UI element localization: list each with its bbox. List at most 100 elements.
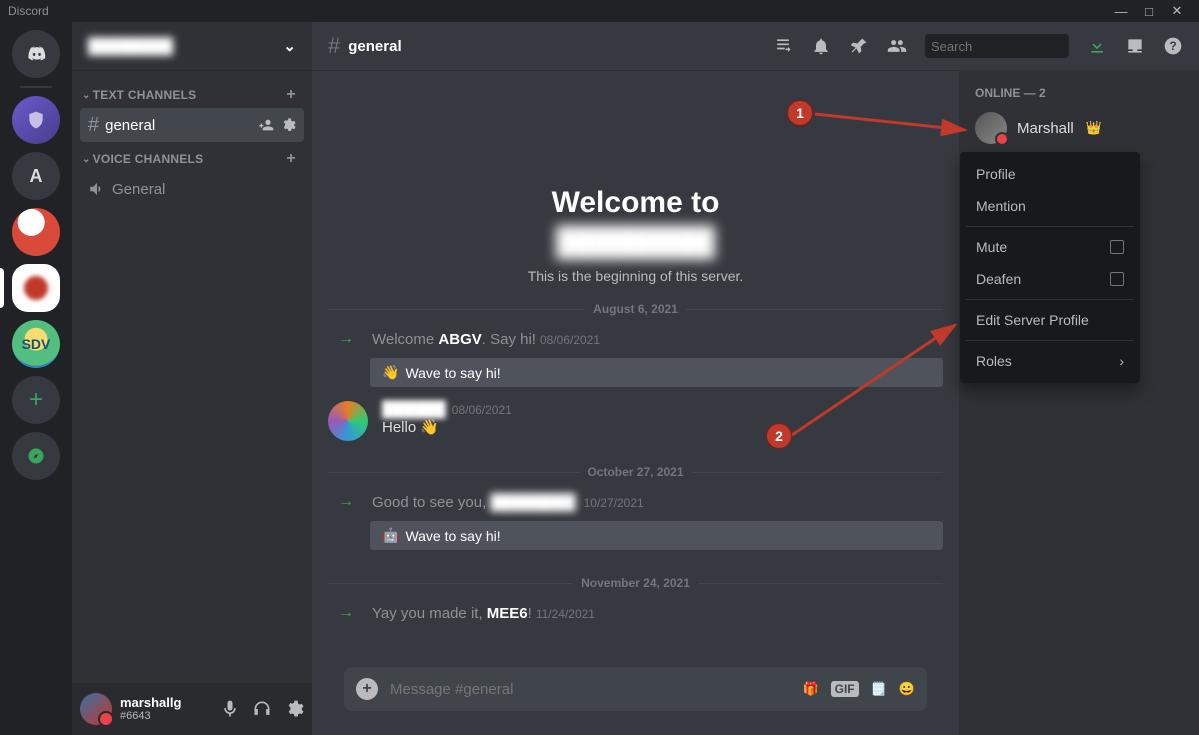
server-item[interactable]: A (12, 152, 60, 200)
ctx-roles[interactable]: Roles› (966, 345, 1134, 377)
window-titlebar: Discord — □ ✕ (0, 0, 1199, 22)
date-divider: November 24, 2021 (328, 576, 943, 590)
add-channel-button[interactable]: + (286, 86, 296, 104)
message-input-container: + 🎁 GIF 🗒️ 😀 (344, 667, 927, 711)
channel-title: general (348, 38, 401, 55)
checkbox-icon (1110, 240, 1124, 254)
chat-area: Welcome to ████████ This is the beginnin… (312, 70, 959, 735)
bell-icon[interactable] (811, 36, 831, 56)
compass-icon (26, 446, 46, 466)
ctx-mention[interactable]: Mention (966, 190, 1134, 222)
member-name: Marshall (1017, 120, 1074, 137)
date-divider: October 27, 2021 (328, 465, 943, 479)
sticker-icon[interactable]: 🗒️ (871, 681, 887, 697)
members-icon[interactable] (887, 36, 907, 56)
window-close-button[interactable]: ✕ (1163, 0, 1191, 22)
chevron-down-icon: ⌄ (82, 90, 91, 101)
home-button[interactable] (12, 30, 60, 78)
annotation-marker-1: 1 (787, 100, 813, 126)
welcome-server-name: ████████ (328, 226, 943, 258)
explore-servers-button[interactable] (12, 432, 60, 480)
user-name: marshallg (120, 696, 181, 710)
system-join-message: → Good to see you, ████████ 10/27/2021 (328, 489, 943, 515)
gif-button[interactable]: GIF (831, 681, 859, 697)
message-avatar[interactable] (328, 401, 368, 441)
app-title: Discord (8, 4, 49, 18)
server-header[interactable]: ████████ ⌄ (72, 22, 312, 70)
system-join-message: → Welcome ABGV. Say hi!08/06/2021 (328, 326, 943, 352)
server-item[interactable] (12, 208, 60, 256)
chevron-down-icon: ⌄ (283, 37, 296, 55)
join-arrow-icon: → (338, 604, 354, 622)
invite-people-icon[interactable] (258, 117, 274, 133)
hash-icon: # (88, 114, 99, 137)
category-label: TEXT CHANNELS (93, 88, 197, 102)
channel-category[interactable]: ⌄ TEXT CHANNELS + (80, 78, 304, 108)
add-server-button[interactable]: + (12, 376, 60, 424)
wave-emoji-icon: 👋 (382, 364, 399, 381)
voice-channel-item[interactable]: General (80, 172, 304, 206)
search-input[interactable] (931, 39, 1107, 54)
search-box[interactable] (925, 34, 1069, 58)
help-icon[interactable]: ? (1163, 36, 1183, 56)
headphones-icon[interactable] (252, 699, 272, 719)
ctx-deafen[interactable]: Deafen (966, 263, 1134, 295)
discord-logo-icon (26, 44, 46, 64)
wave-button[interactable]: 👋Wave to say hi! (370, 358, 943, 387)
channel-category[interactable]: ⌄ VOICE CHANNELS + (80, 142, 304, 172)
category-label: VOICE CHANNELS (93, 152, 204, 166)
channel-item-general[interactable]: # general (80, 108, 304, 142)
inbox-icon[interactable] (1125, 36, 1145, 56)
window-minimize-button[interactable]: — (1107, 0, 1135, 22)
user-panel: marshallg #6643 (72, 683, 312, 735)
ctx-mute[interactable]: Mute (966, 231, 1134, 263)
annotation-marker-2: 2 (766, 423, 792, 449)
crown-icon: 👑 (1086, 120, 1102, 136)
speaker-icon (88, 180, 106, 198)
attach-button[interactable]: + (356, 678, 378, 700)
message-text: Hello 👋 (382, 418, 512, 436)
date-divider: August 6, 2021 (328, 302, 943, 316)
message-input[interactable] (390, 681, 790, 698)
user-context-menu: Profile Mention Mute Deafen Edit Server … (960, 152, 1140, 383)
hash-icon: # (328, 33, 340, 59)
server-item[interactable] (12, 96, 60, 144)
emoji-icon[interactable]: 😀 (899, 681, 915, 697)
threads-icon[interactable] (773, 36, 793, 56)
wave-button[interactable]: 🤖Wave to say hi! (370, 521, 943, 550)
user-avatar[interactable] (80, 693, 112, 725)
join-arrow-icon: → (338, 330, 354, 348)
gear-icon[interactable] (284, 699, 304, 719)
channel-label: General (112, 181, 165, 198)
member-item[interactable]: Marshall 👑 (967, 108, 1191, 148)
message-author[interactable]: ██████ (382, 401, 446, 418)
gift-icon[interactable]: 🎁 (802, 681, 818, 697)
window-maximize-button[interactable]: □ (1135, 0, 1163, 22)
download-icon[interactable] (1087, 36, 1107, 56)
chat-message: ██████08/06/2021 Hello 👋 (328, 395, 943, 447)
pin-icon[interactable] (849, 36, 869, 56)
mic-icon[interactable] (220, 699, 240, 719)
channel-label: general (105, 117, 155, 134)
shield-icon (26, 110, 46, 130)
welcome-block: Welcome to ████████ This is the beginnin… (328, 186, 943, 284)
svg-text:?: ? (1169, 40, 1176, 53)
server-item[interactable]: SDV (12, 320, 60, 368)
channel-topbar: # general ? (312, 22, 1199, 70)
checkbox-icon (1110, 272, 1124, 286)
gear-icon[interactable] (280, 117, 296, 133)
welcome-subtitle: This is the beginning of this server. (328, 268, 943, 284)
ctx-edit-server-profile[interactable]: Edit Server Profile (966, 304, 1134, 336)
user-tag: #6643 (120, 710, 181, 722)
join-arrow-icon: → (338, 493, 354, 511)
chevron-right-icon: › (1119, 353, 1124, 369)
server-name: ████████ (88, 38, 173, 55)
member-avatar (975, 112, 1007, 144)
add-channel-button[interactable]: + (286, 150, 296, 168)
ctx-profile[interactable]: Profile (966, 158, 1134, 190)
server-rail: A SDV + (0, 22, 72, 735)
robot-emoji-icon: 🤖 (382, 527, 399, 544)
welcome-title: Welcome to (328, 186, 943, 220)
system-join-message: → Yay you made it, MEE6!11/24/2021 (328, 600, 943, 626)
server-item-active[interactable] (12, 264, 60, 312)
